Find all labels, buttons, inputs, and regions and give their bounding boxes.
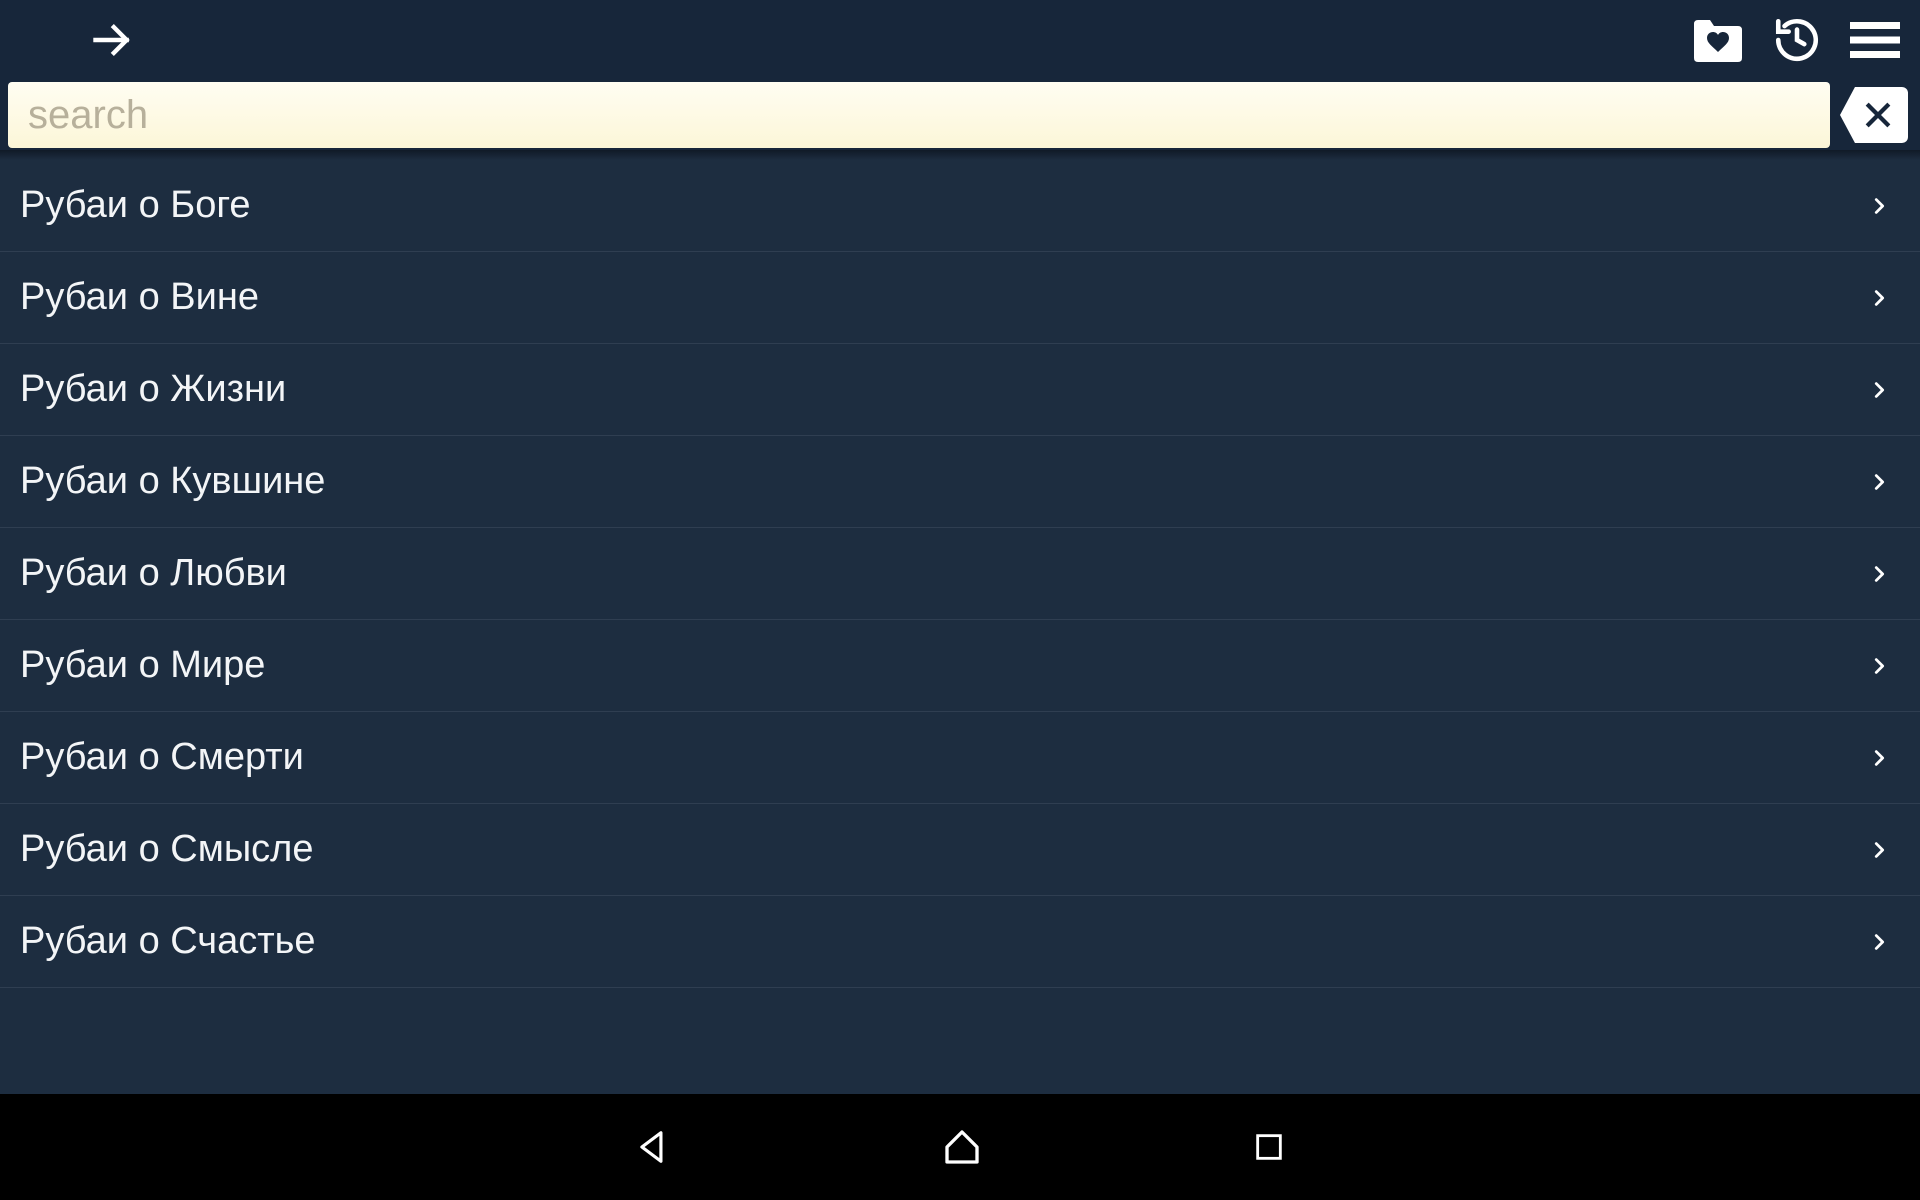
list-item-label: Рубаи о Счастье	[20, 920, 316, 963]
chevron-right-icon	[1868, 467, 1890, 497]
triangle-back-icon	[634, 1128, 672, 1166]
square-recent-icon	[1252, 1130, 1286, 1164]
list-item[interactable]: Рубаи о Боге	[0, 160, 1920, 252]
hamburger-icon	[1850, 20, 1900, 60]
list-item[interactable]: Рубаи о Любви	[0, 528, 1920, 620]
history-icon	[1772, 15, 1822, 65]
chevron-right-icon	[1868, 559, 1890, 589]
list-item-label: Рубаи о Смерти	[20, 736, 304, 779]
list-item-label: Рубаи о Смысле	[20, 828, 313, 871]
favorites-button[interactable]	[1692, 18, 1744, 62]
forward-button[interactable]	[90, 18, 134, 62]
clear-search-button[interactable]	[1840, 87, 1908, 143]
top-bar-right	[1692, 15, 1900, 65]
chevron-right-icon	[1868, 743, 1890, 773]
system-nav-bar	[0, 1094, 1920, 1200]
close-icon	[1862, 99, 1894, 131]
chevron-right-icon	[1868, 191, 1890, 221]
chevron-right-icon	[1868, 283, 1890, 313]
list-item-label: Рубаи о Вине	[20, 276, 259, 319]
heart-folder-icon	[1692, 18, 1744, 62]
arrow-right-icon	[90, 18, 134, 62]
list-item[interactable]: Рубаи о Смерти	[0, 712, 1920, 804]
header-shadow	[0, 150, 1920, 160]
screen: Рубаи о Боге Рубаи о Вине Рубаи о Жизни Руб…	[0, 0, 1920, 1200]
chevron-right-icon	[1868, 651, 1890, 681]
search-input[interactable]	[8, 82, 1830, 148]
list-item[interactable]: Рубаи о Кувшине	[0, 436, 1920, 528]
nav-home-button[interactable]	[942, 1127, 982, 1167]
category-list[interactable]: Рубаи о Боге Рубаи о Вине Рубаи о Жизни Руб…	[0, 160, 1920, 1094]
list-item[interactable]: Рубаи о Вине	[0, 252, 1920, 344]
nav-recent-button[interactable]	[1252, 1130, 1286, 1164]
list-item-label: Рубаи о Жизни	[20, 368, 286, 411]
chevron-right-icon	[1868, 927, 1890, 957]
menu-button[interactable]	[1850, 20, 1900, 60]
list-item[interactable]: Рубаи о Счастье	[0, 896, 1920, 988]
list-item[interactable]: Рубаи о Жизни	[0, 344, 1920, 436]
chevron-right-icon	[1868, 375, 1890, 405]
list-item[interactable]: Рубаи о Смысле	[0, 804, 1920, 896]
list-item-label: Рубаи о Мире	[20, 644, 265, 687]
list-item-label: Рубаи о Боге	[20, 184, 251, 227]
top-bar	[0, 0, 1920, 80]
nav-back-button[interactable]	[634, 1128, 672, 1166]
list-item-label: Рубаи о Любви	[20, 552, 287, 595]
history-button[interactable]	[1772, 15, 1822, 65]
top-bar-left	[90, 18, 134, 62]
search-row	[0, 80, 1920, 150]
chevron-right-icon	[1868, 835, 1890, 865]
list-item-label: Рубаи о Кувшине	[20, 460, 325, 503]
home-icon	[942, 1127, 982, 1167]
list-item[interactable]: Рубаи о Мире	[0, 620, 1920, 712]
